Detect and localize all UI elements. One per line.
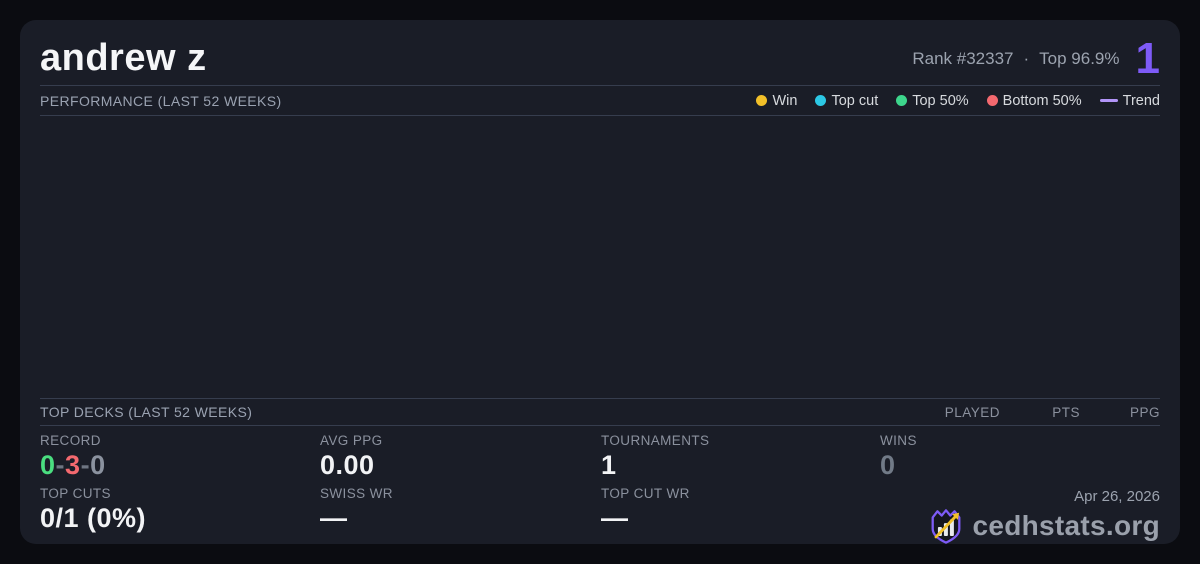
stat-label: TOP CUT WR (601, 486, 690, 501)
column-header-pts: PTS (1052, 404, 1080, 420)
stat-label: SWISS WR (320, 486, 393, 501)
stat-label: TOP CUTS (40, 486, 111, 501)
player-stats-card: andrew z Rank #32337 · Top 96.9% 1 PERFO… (20, 20, 1180, 544)
swiss-wr-value: — (320, 503, 348, 533)
top-decks-header-row: TOP DECKS (LAST 52 WEEKS) PLAYED PTS PPG (40, 398, 1160, 426)
performance-header-row: PERFORMANCE (LAST 52 WEEKS) Win Top cut … (40, 86, 1160, 116)
legend-item-trend[interactable]: Trend (1099, 92, 1160, 109)
brand-name: cedhstats.org (972, 510, 1160, 541)
column-header-ppg: PPG (1129, 404, 1160, 420)
legend-item-top-cut[interactable]: Top cut (815, 93, 878, 109)
stat-label: RECORD (40, 433, 101, 448)
legend-label: Trend (1122, 92, 1160, 109)
stat-label: WINS (880, 433, 917, 448)
brand-row[interactable]: cedhstats.org (927, 507, 1161, 545)
performance-heading: PERFORMANCE (LAST 52 WEEKS) (40, 92, 282, 109)
record-separator: - (80, 450, 91, 480)
player-name: andrew z (40, 37, 207, 79)
wins-value: 0 (880, 450, 896, 480)
rank-group: Rank #32337 · Top 96.9% 1 (912, 33, 1160, 83)
stat-top-cuts: TOP CUTS 0/1 (0%) (40, 486, 320, 545)
legend-item-bottom-50[interactable]: Bottom 50% (986, 92, 1082, 109)
rank-number-label: Rank #32337 (912, 48, 1014, 68)
top-cut-dot-icon (815, 95, 827, 106)
stat-record: RECORD 0-3-0 (40, 433, 320, 486)
win-dot-icon (756, 95, 768, 106)
legend-item-top-50[interactable]: Top 50% (896, 92, 969, 109)
legend-label: Top 50% (912, 92, 969, 109)
stat-label: TOURNAMENTS (601, 433, 710, 448)
tournaments-value: 1 (601, 450, 617, 480)
record-wins: 0 (40, 450, 56, 480)
trend-line-icon (1099, 99, 1118, 102)
stat-wins: WINS 0 (880, 433, 1160, 486)
column-header-played: PLAYED (944, 404, 1000, 420)
stat-avg-ppg: AVG PPG 0.00 (320, 433, 601, 486)
rank-separator: · (1023, 48, 1030, 68)
record-value: 0-3-0 (40, 451, 320, 479)
top-50-dot-icon (896, 95, 908, 106)
card-header: andrew z Rank #32337 · Top 96.9% 1 (40, 20, 1160, 86)
top-decks-columns: PLAYED PTS PPG (920, 405, 1160, 420)
footer: Apr 26, 2026 cedhstats.org (880, 486, 1160, 545)
avg-ppg-value: 0.00 (320, 450, 375, 480)
rank-text: Rank #32337 · Top 96.9% (912, 49, 1119, 69)
legend-label: Bottom 50% (1002, 92, 1082, 109)
legend-label: Top cut (831, 92, 879, 109)
legend-item-win[interactable]: Win (756, 93, 797, 109)
rank-badge: 1 (1135, 33, 1160, 83)
date-label: Apr 26, 2026 (1074, 488, 1160, 505)
stat-tournaments: TOURNAMENTS 1 (601, 433, 880, 486)
top-cut-wr-value: — (601, 503, 629, 533)
stat-swiss-wr: SWISS WR — (320, 486, 601, 545)
top-decks-heading: TOP DECKS (LAST 52 WEEKS) (40, 404, 253, 420)
stat-top-cut-wr: TOP CUT WR — (601, 486, 880, 545)
performance-chart-area (40, 116, 1160, 398)
record-draws: 0 (90, 450, 106, 480)
bottom-50-dot-icon (986, 95, 998, 106)
record-separator: - (55, 450, 66, 480)
stat-label: AVG PPG (320, 433, 383, 448)
top-percent-label: Top 96.9% (1039, 48, 1120, 68)
stats-grid: RECORD 0-3-0 AVG PPG 0.00 TOURNAMENTS 1 … (40, 426, 1160, 544)
top-cuts-value: 0/1 (0%) (40, 503, 147, 533)
legend-label: Win (772, 92, 798, 109)
record-losses: 3 (65, 450, 81, 480)
chart-legend: Win Top cut Top 50% Bottom 50% Trend (756, 93, 1160, 109)
shield-bar-chart-arrow-icon (931, 509, 960, 544)
